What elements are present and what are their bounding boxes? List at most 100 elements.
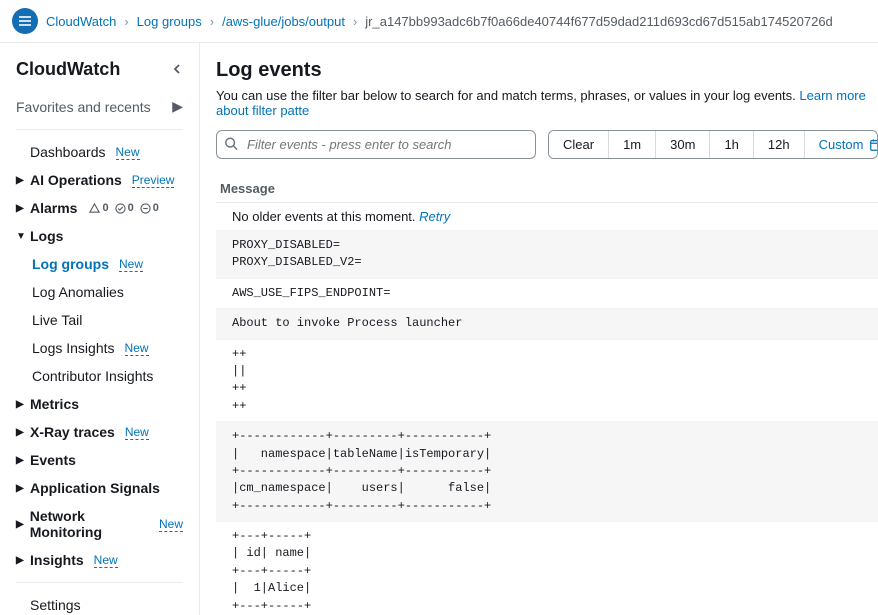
chevron-right-icon: ›	[353, 14, 357, 29]
breadcrumb-log-groups[interactable]: Log groups	[137, 14, 202, 29]
range-12h-button[interactable]: 12h	[754, 131, 805, 158]
new-badge: New	[159, 517, 183, 532]
no-older-row: No older events at this moment. Retry	[216, 203, 878, 231]
no-older-text: No older events at this moment.	[232, 209, 419, 224]
sidebar-item-log-groups[interactable]: Log groups New	[0, 250, 199, 278]
log-message: About to invoke Process launcher	[232, 315, 862, 332]
message-column-header: Message	[216, 175, 878, 203]
menu-button[interactable]	[12, 8, 38, 34]
new-badge: New	[125, 425, 149, 440]
sidebar-collapse-button[interactable]	[171, 62, 183, 78]
caret-icon	[16, 175, 24, 186]
new-badge: New	[116, 145, 140, 160]
new-badge: New	[94, 553, 118, 568]
alarms-label: Alarms	[30, 200, 77, 216]
range-1m-button[interactable]: 1m	[609, 131, 656, 158]
sidebar-item-log-anomalies[interactable]: Log Anomalies	[0, 278, 199, 306]
breadcrumb-path[interactable]: /aws-glue/jobs/output	[222, 14, 345, 29]
calendar-icon	[869, 138, 878, 152]
log-row[interactable]: PROXY_DISABLED= PROXY_DISABLED_V2=	[216, 231, 878, 279]
sidebar-item-events[interactable]: Events	[0, 446, 199, 474]
log-row[interactable]: ++ || ++ ++	[216, 340, 878, 423]
log-message: PROXY_DISABLED= PROXY_DISABLED_V2=	[232, 237, 862, 272]
settings-label: Settings	[30, 597, 81, 613]
sidebar-item-logs-insights[interactable]: Logs Insights New	[0, 334, 199, 362]
sidebar-item-ai-operations[interactable]: AI Operations Preview	[0, 166, 199, 194]
logs-insights-label: Logs Insights	[32, 340, 115, 356]
insights-label: Insights	[30, 552, 84, 568]
page-title: Log events	[216, 59, 878, 82]
caret-icon	[16, 399, 24, 410]
chevron-right-icon: ›	[210, 14, 214, 29]
subtitle-text: You can use the filter bar below to sear…	[216, 88, 799, 103]
custom-label: Custom	[819, 137, 864, 152]
menu-icon	[17, 13, 33, 29]
sidebar-item-metrics[interactable]: Metrics	[0, 390, 199, 418]
events-label: Events	[30, 452, 76, 468]
alarm-counts: 0 0 0	[89, 202, 158, 214]
breadcrumb-stream: jr_a147bb993adc6b7f0a66de40744f677d59dad…	[365, 14, 833, 29]
main-content: Log events You can use the filter bar be…	[200, 43, 878, 615]
chevron-left-icon	[171, 63, 183, 75]
app-signals-label: Application Signals	[30, 480, 160, 496]
log-message: +------------+---------+-----------+ | n…	[232, 428, 862, 515]
net-mon-label: Network Monitoring	[30, 508, 149, 540]
alarm-count-a: 0	[102, 202, 108, 214]
favorites-label: Favorites and recents	[16, 99, 151, 115]
retry-link[interactable]: Retry	[419, 209, 450, 224]
sidebar-item-app-signals[interactable]: Application Signals	[0, 474, 199, 502]
breadcrumb: CloudWatch › Log groups › /aws-glue/jobs…	[0, 0, 878, 43]
logs-label: Logs	[30, 228, 63, 244]
xray-label: X-Ray traces	[30, 424, 115, 440]
sidebar-item-xray[interactable]: X-Ray traces New	[0, 418, 199, 446]
alarm-count-b: 0	[128, 202, 134, 214]
search-wrapper	[216, 130, 536, 159]
alarm-count-c: 0	[153, 202, 159, 214]
range-30m-button[interactable]: 30m	[656, 131, 710, 158]
page-subtitle: You can use the filter bar below to sear…	[216, 88, 878, 118]
clear-button[interactable]: Clear	[549, 131, 609, 158]
sidebar-favorites[interactable]: Favorites and recents ▶	[0, 92, 199, 121]
separator	[16, 129, 183, 130]
sidebar: CloudWatch Favorites and recents ▶ Dashb…	[0, 43, 200, 615]
log-message: +---+-----+ | id| name| +---+-----+ | 1|…	[232, 528, 862, 615]
sidebar-item-network-monitoring[interactable]: Network Monitoring New	[0, 502, 199, 546]
caret-icon	[16, 231, 24, 242]
caret-icon	[16, 519, 24, 530]
log-anomalies-label: Log Anomalies	[32, 284, 124, 300]
filter-input[interactable]	[216, 130, 536, 159]
sidebar-item-settings[interactable]: Settings	[0, 591, 199, 615]
log-row[interactable]: +------------+---------+-----------+ | n…	[216, 422, 878, 522]
log-events-list: No older events at this moment. Retry PR…	[216, 203, 878, 615]
metrics-label: Metrics	[30, 396, 79, 412]
sidebar-item-dashboards[interactable]: Dashboards New	[0, 138, 199, 166]
sidebar-title: CloudWatch	[16, 59, 120, 80]
sidebar-item-live-tail[interactable]: Live Tail	[0, 306, 199, 334]
caret-icon	[16, 483, 24, 494]
sidebar-item-insights[interactable]: Insights New	[0, 546, 199, 574]
new-badge: New	[119, 257, 143, 272]
caret-icon	[16, 203, 24, 214]
caret-icon	[16, 455, 24, 466]
dashboards-label: Dashboards	[30, 144, 106, 160]
caret-icon	[16, 427, 24, 438]
new-badge: New	[125, 341, 149, 356]
sidebar-item-logs[interactable]: Logs	[0, 222, 199, 250]
log-row[interactable]: +---+-----+ | id| name| +---+-----+ | 1|…	[216, 522, 878, 615]
alarm-triangle-icon	[89, 203, 100, 214]
alarm-minus-icon	[140, 203, 151, 214]
breadcrumb-root[interactable]: CloudWatch	[46, 14, 116, 29]
contributor-label: Contributor Insights	[32, 368, 153, 384]
log-groups-label: Log groups	[32, 256, 109, 272]
log-message: ++ || ++ ++	[232, 346, 862, 416]
separator	[16, 582, 183, 583]
preview-badge: Preview	[132, 173, 175, 188]
caret-icon	[16, 555, 24, 566]
sidebar-item-alarms[interactable]: Alarms 0 0 0	[0, 194, 199, 222]
range-1h-button[interactable]: 1h	[710, 131, 753, 158]
log-row[interactable]: AWS_USE_FIPS_ENDPOINT=	[216, 279, 878, 309]
sidebar-item-contributor-insights[interactable]: Contributor Insights	[0, 362, 199, 390]
live-tail-label: Live Tail	[32, 312, 82, 328]
range-custom-button[interactable]: Custom	[805, 131, 878, 158]
log-row[interactable]: About to invoke Process launcher	[216, 309, 878, 339]
